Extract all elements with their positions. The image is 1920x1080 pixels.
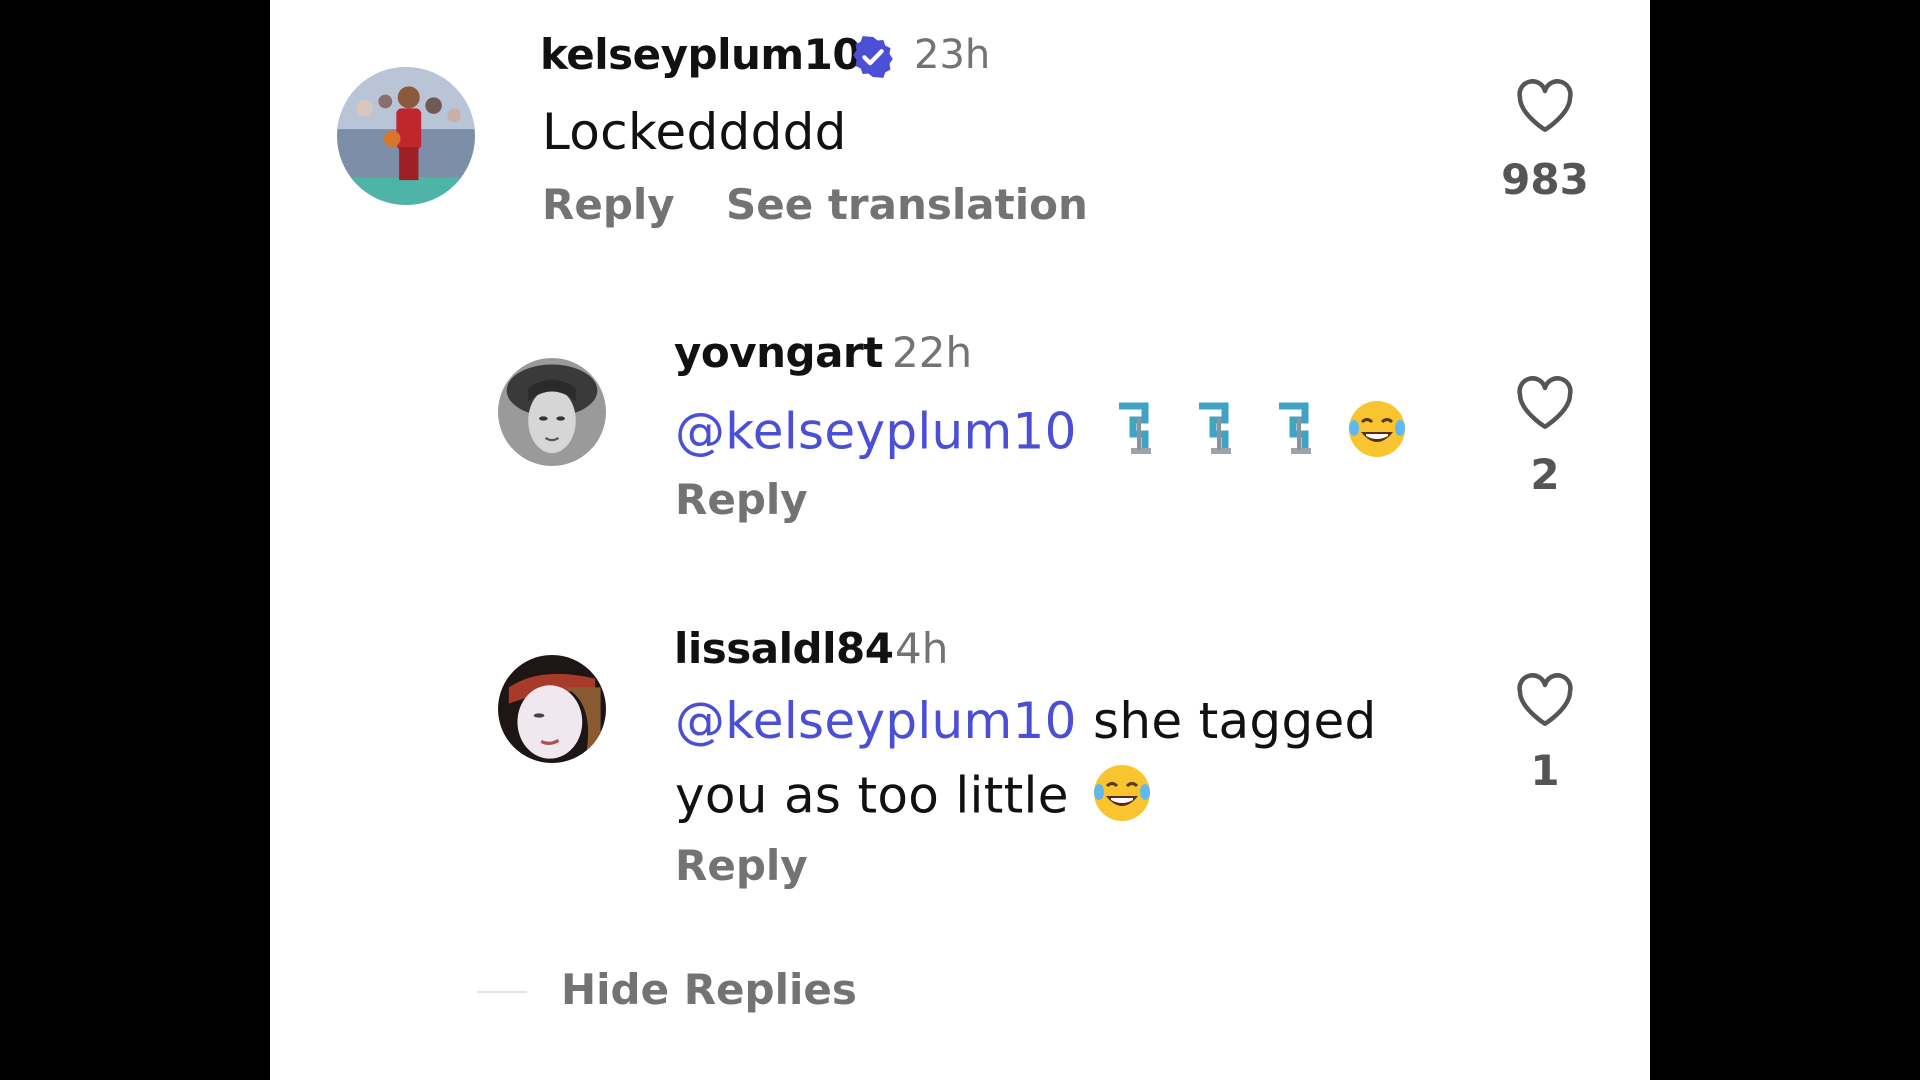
mention-link[interactable]: @kelseyplum10 (675, 692, 1077, 750)
comment-text: @kelseyplum10 she tagged (675, 692, 1377, 750)
clamp-emoji (1271, 400, 1321, 470)
clamp-emoji (1111, 400, 1161, 470)
comments-panel: kelseyplum10 23h Lockeddddd Reply See tr… (270, 0, 1650, 1080)
avatar[interactable] (498, 655, 606, 763)
comment-time: 23h (914, 32, 991, 78)
clamp-emoji (1191, 400, 1241, 470)
like-count: 983 (1501, 155, 1589, 204)
comment-username[interactable]: yovngart (674, 328, 883, 377)
like-heart-icon[interactable] (1515, 78, 1575, 134)
reply-button[interactable]: Reply (675, 475, 808, 524)
comment-time: 4h (895, 624, 949, 673)
hide-replies-divider (477, 991, 527, 993)
like-heart-icon[interactable] (1515, 375, 1575, 431)
avatar[interactable] (337, 67, 475, 205)
reply-button[interactable]: Reply (675, 841, 808, 890)
comment-text: Lockeddddd (542, 103, 847, 161)
comment-username[interactable]: lissaldl84 (674, 624, 894, 673)
comment-text-line2-wrap: you as too little (675, 762, 1153, 836)
avatar[interactable] (498, 358, 606, 466)
comment-username[interactable]: kelseyplum10 (540, 30, 862, 79)
comment-text-line1: she tagged (1076, 692, 1377, 750)
like-count: 2 (1530, 450, 1560, 499)
like-heart-icon[interactable] (1515, 672, 1575, 728)
comment-time: 22h (892, 328, 973, 377)
see-translation-button[interactable]: See translation (726, 180, 1088, 229)
reply-button[interactable]: Reply (542, 180, 675, 229)
comment-text-line2: you as too little (675, 766, 1069, 825)
mention-link[interactable]: @kelseyplum10 (675, 403, 1077, 461)
laughing-tears-emoji (1346, 398, 1408, 472)
hide-replies-button[interactable]: Hide Replies (561, 965, 857, 1014)
laughing-tears-emoji (1091, 762, 1153, 836)
comment-text: @kelseyplum10 (675, 398, 1408, 472)
like-count: 1 (1530, 746, 1560, 795)
verified-badge-icon (850, 34, 896, 80)
